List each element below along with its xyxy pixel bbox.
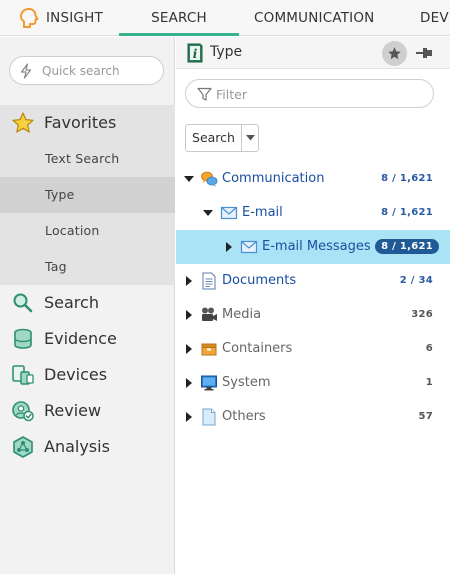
panel-title: Type	[210, 44, 243, 60]
caret-right-icon[interactable]	[184, 412, 194, 422]
favorites-item-text-search[interactable]: Text Search	[0, 141, 175, 177]
tree-node-label: Documents	[222, 273, 297, 288]
document-icon	[202, 272, 216, 290]
devices-icon	[12, 365, 34, 385]
tree-node-label: Communication	[222, 171, 325, 186]
search-dropdown-toggle[interactable]	[242, 125, 259, 151]
type-icon: i	[187, 43, 203, 63]
search-button[interactable]: Search	[186, 125, 241, 151]
tree-node-count: 8 / 1,621	[381, 207, 433, 218]
favorites-header[interactable]: Favorites	[0, 105, 175, 141]
favorites-item-location[interactable]: Location	[0, 213, 175, 249]
tree-node-count: 8 / 1,621	[381, 173, 433, 184]
email-icon	[240, 240, 258, 254]
favorites-item-label: Tag	[45, 259, 67, 274]
tab-insight[interactable]: INSIGHT	[18, 0, 103, 36]
tab-communication-label: COMMUNICATION	[254, 10, 375, 26]
pin-icon[interactable]	[414, 44, 434, 62]
tree-node-label: E-mail	[242, 205, 283, 220]
favorites-item-label: Type	[45, 187, 75, 202]
system-icon	[201, 375, 217, 391]
caret-down-icon[interactable]	[184, 174, 194, 184]
filter-icon	[197, 87, 212, 101]
tree-node-containers[interactable]: Containers 6	[176, 332, 450, 366]
active-tab-indicator	[119, 33, 239, 36]
analysis-icon	[13, 436, 33, 458]
tree-node-count-badge: 8 / 1,621	[375, 239, 439, 254]
tree-node-label: E-mail Messages	[262, 239, 371, 254]
quick-search-box	[9, 56, 164, 85]
tree-node-count: 6	[425, 343, 433, 354]
tree-node-label: Media	[222, 307, 262, 322]
star-icon	[12, 112, 34, 133]
filter-box	[185, 79, 434, 108]
insight-logo-icon	[20, 8, 39, 28]
sidebar-item-search[interactable]: Search	[0, 285, 175, 321]
tree-node-label: Others	[222, 409, 266, 424]
tab-devices-label: DEVI	[420, 10, 450, 26]
sidebar-item-evidence[interactable]: Evidence	[0, 321, 175, 357]
panel-header: i Type	[176, 37, 450, 69]
favorites-item-label: Location	[45, 223, 100, 238]
tree-node-label: System	[222, 375, 271, 390]
favorites-label: Favorites	[44, 113, 117, 132]
favorites-item-tag[interactable]: Tag	[0, 249, 175, 285]
tab-search-label: SEARCH	[151, 10, 207, 26]
sidebar-item-review[interactable]: Review	[0, 393, 175, 429]
sidebar-item-label: Search	[44, 293, 99, 312]
caret-down-icon	[246, 135, 255, 141]
tree-node-system[interactable]: System 1	[176, 366, 450, 400]
quick-search-input[interactable]	[42, 61, 157, 81]
tree-node-media[interactable]: Media 326	[176, 298, 450, 332]
favorite-button[interactable]	[382, 41, 407, 66]
tree-node-label: Containers	[222, 341, 293, 356]
sidebar-item-label: Analysis	[44, 437, 110, 456]
caret-right-icon[interactable]	[184, 378, 194, 388]
sidebar-item-devices[interactable]: Devices	[0, 357, 175, 393]
others-icon	[202, 408, 216, 426]
sidebar-item-label: Review	[44, 401, 102, 420]
favorites-item-type[interactable]: Type	[0, 177, 175, 213]
tree-node-count: 326	[411, 309, 433, 320]
sidebar-item-analysis[interactable]: Analysis	[0, 429, 175, 465]
tab-search[interactable]: SEARCH	[119, 0, 239, 36]
caret-down-icon[interactable]	[203, 208, 213, 218]
top-navigation: INSIGHT SEARCH COMMUNICATION DEVI	[0, 0, 450, 36]
caret-right-icon[interactable]	[224, 242, 234, 252]
tree-node-email-messages[interactable]: E-mail Messages 8 / 1,621	[176, 230, 450, 264]
tab-communication[interactable]: COMMUNICATION	[254, 0, 374, 36]
search-split-button: Search	[185, 124, 259, 152]
favorites-section: Favorites Text Search Type Location Tag	[0, 105, 175, 285]
tab-devices[interactable]: DEVI	[420, 0, 450, 36]
tab-insight-label: INSIGHT	[46, 10, 103, 26]
caret-right-icon[interactable]	[184, 276, 194, 286]
communication-icon	[201, 171, 218, 187]
filter-input[interactable]	[216, 84, 416, 104]
tree-node-others[interactable]: Others 57	[176, 400, 450, 434]
star-icon	[388, 47, 401, 60]
review-icon	[12, 401, 34, 422]
search-icon	[13, 293, 33, 313]
tree-node-count: 57	[418, 411, 433, 422]
tree-node-count: 1	[425, 377, 433, 388]
email-icon	[220, 206, 238, 220]
tree-node-email[interactable]: E-mail 8 / 1,621	[176, 196, 450, 230]
sidebar-item-label: Devices	[44, 365, 108, 384]
tree-node-count: 2 / 34	[399, 275, 433, 286]
lightning-icon	[20, 63, 32, 79]
caret-right-icon[interactable]	[184, 310, 194, 320]
tree-node-documents[interactable]: Documents 2 / 34	[176, 264, 450, 298]
sidebar: Favorites Text Search Type Location Tag …	[0, 37, 175, 574]
sidebar-item-label: Evidence	[44, 329, 117, 348]
media-icon	[202, 307, 217, 321]
database-icon	[14, 328, 32, 349]
tree-node-communication[interactable]: Communication 8 / 1,621	[176, 162, 450, 196]
favorites-item-label: Text Search	[45, 151, 120, 166]
container-icon	[201, 343, 217, 356]
svg-text:i: i	[193, 47, 198, 61]
caret-right-icon[interactable]	[184, 344, 194, 354]
